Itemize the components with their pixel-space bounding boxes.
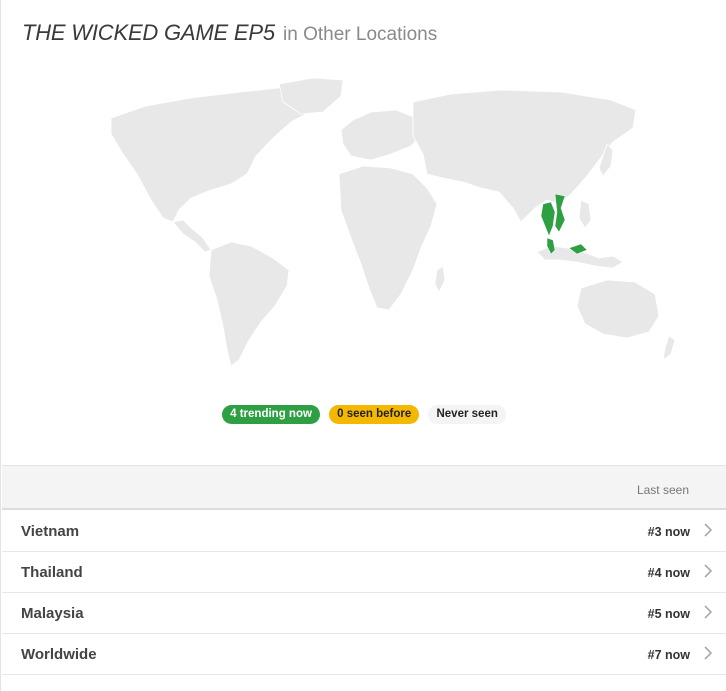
- table-header: Last seen: [2, 465, 726, 510]
- world-map: [110, 77, 676, 367]
- location-list: Vietnam #3 now Thailand #4 now Malaysia …: [2, 511, 726, 675]
- location-row-vietnam[interactable]: Vietnam #3 now: [2, 511, 726, 552]
- africa-landmass: [338, 165, 438, 311]
- chevron-right-icon: [704, 646, 713, 660]
- madagascar-landmass: [434, 265, 446, 293]
- location-rank: #7 now: [647, 648, 690, 662]
- location-name: Vietnam: [21, 523, 80, 540]
- chevron-right-icon: [704, 605, 713, 619]
- location-row-thailand[interactable]: Thailand #4 now: [2, 552, 726, 593]
- chevron-right-icon: [704, 523, 713, 537]
- show-title: THE WICKED GAME EP5: [22, 20, 275, 45]
- australia-landmass: [576, 279, 660, 339]
- philippines-landmass: [578, 199, 592, 229]
- location-row-malaysia[interactable]: Malaysia #5 now: [2, 593, 726, 634]
- asia-landmass: [412, 89, 637, 223]
- new-zealand-landmass: [662, 335, 676, 361]
- south-america-landmass: [208, 241, 290, 367]
- page-title: THE WICKED GAME EP5 in Other Locations: [22, 20, 437, 46]
- chevron-right-icon: [704, 564, 713, 578]
- location-rank: #4 now: [647, 566, 690, 580]
- title-suffix: in Other Locations: [283, 24, 438, 45]
- location-name: Worldwide: [21, 646, 97, 663]
- thailand-region: [540, 201, 556, 237]
- central-america-landmass: [172, 219, 212, 253]
- location-rank: #5 now: [647, 607, 690, 621]
- location-row-worldwide[interactable]: Worldwide #7 now: [2, 634, 726, 675]
- legend-never-seen-badge: Never seen: [428, 405, 506, 424]
- europe-landmass: [340, 109, 424, 161]
- legend-seen-before-badge: 0 seen before: [329, 405, 420, 424]
- location-rank: #3 now: [647, 525, 690, 539]
- panel: THE WICKED GAME EP5 in Other Locations 4…: [0, 0, 726, 691]
- last-seen-column-header: Last seen: [636, 483, 689, 497]
- map-legend: 4 trending now 0 seen before Never seen: [1, 405, 726, 424]
- location-name: Thailand: [21, 564, 83, 581]
- vietnam-region: [554, 193, 566, 233]
- location-name: Malaysia: [21, 605, 84, 622]
- legend-trending-badge: 4 trending now: [222, 405, 320, 424]
